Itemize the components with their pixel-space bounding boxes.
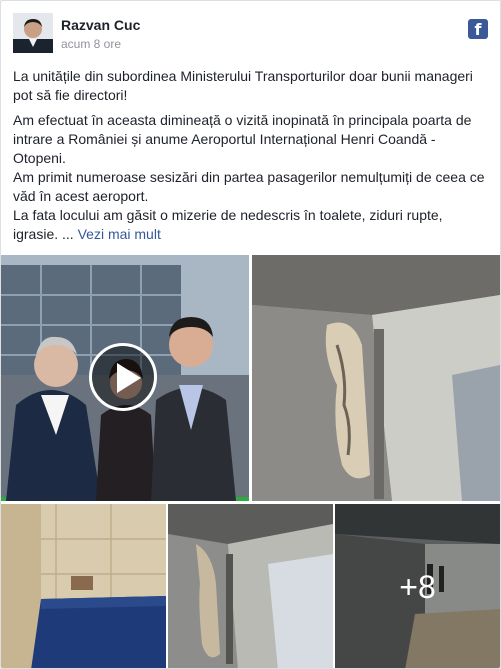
author-name[interactable]: Razvan Cuc xyxy=(61,17,140,33)
more-photos-overlay[interactable]: +8 xyxy=(335,504,500,668)
post-paragraph-4: La fata locului am găsit o mizerie de ne… xyxy=(13,206,489,244)
post-timestamp[interactable]: acum 8 ore xyxy=(61,37,121,51)
post-header: Razvan Cuc acum 8 ore f xyxy=(13,13,488,57)
facebook-icon[interactable]: f xyxy=(468,19,488,39)
avatar-image xyxy=(13,13,53,53)
photo-3-image xyxy=(1,504,166,668)
post-paragraph-1: La unitățile din subordinea Ministerului… xyxy=(13,68,473,103)
see-more-link[interactable]: Vezi mai mult xyxy=(78,226,161,242)
post-paragraph-3: Am primit numeroase sesizări din partea … xyxy=(13,169,485,204)
photo-4-image xyxy=(168,504,333,668)
play-icon[interactable] xyxy=(89,343,157,411)
post-paragraph-2: Am efectuat în aceasta dimineață o vizit… xyxy=(13,112,472,166)
photo-4[interactable] xyxy=(168,504,333,668)
video-thumbnail[interactable] xyxy=(1,255,249,501)
avatar[interactable] xyxy=(13,13,53,53)
photo-2[interactable] xyxy=(252,255,500,501)
photo-5[interactable]: +8 xyxy=(335,504,500,668)
photo-2-image xyxy=(252,255,500,501)
post-text: La unitățile din subordinea Ministerului… xyxy=(13,67,489,244)
media-grid: +8 xyxy=(1,255,500,668)
post-card: Razvan Cuc acum 8 ore f La unitățile din… xyxy=(0,0,501,669)
photo-3[interactable] xyxy=(1,504,166,668)
